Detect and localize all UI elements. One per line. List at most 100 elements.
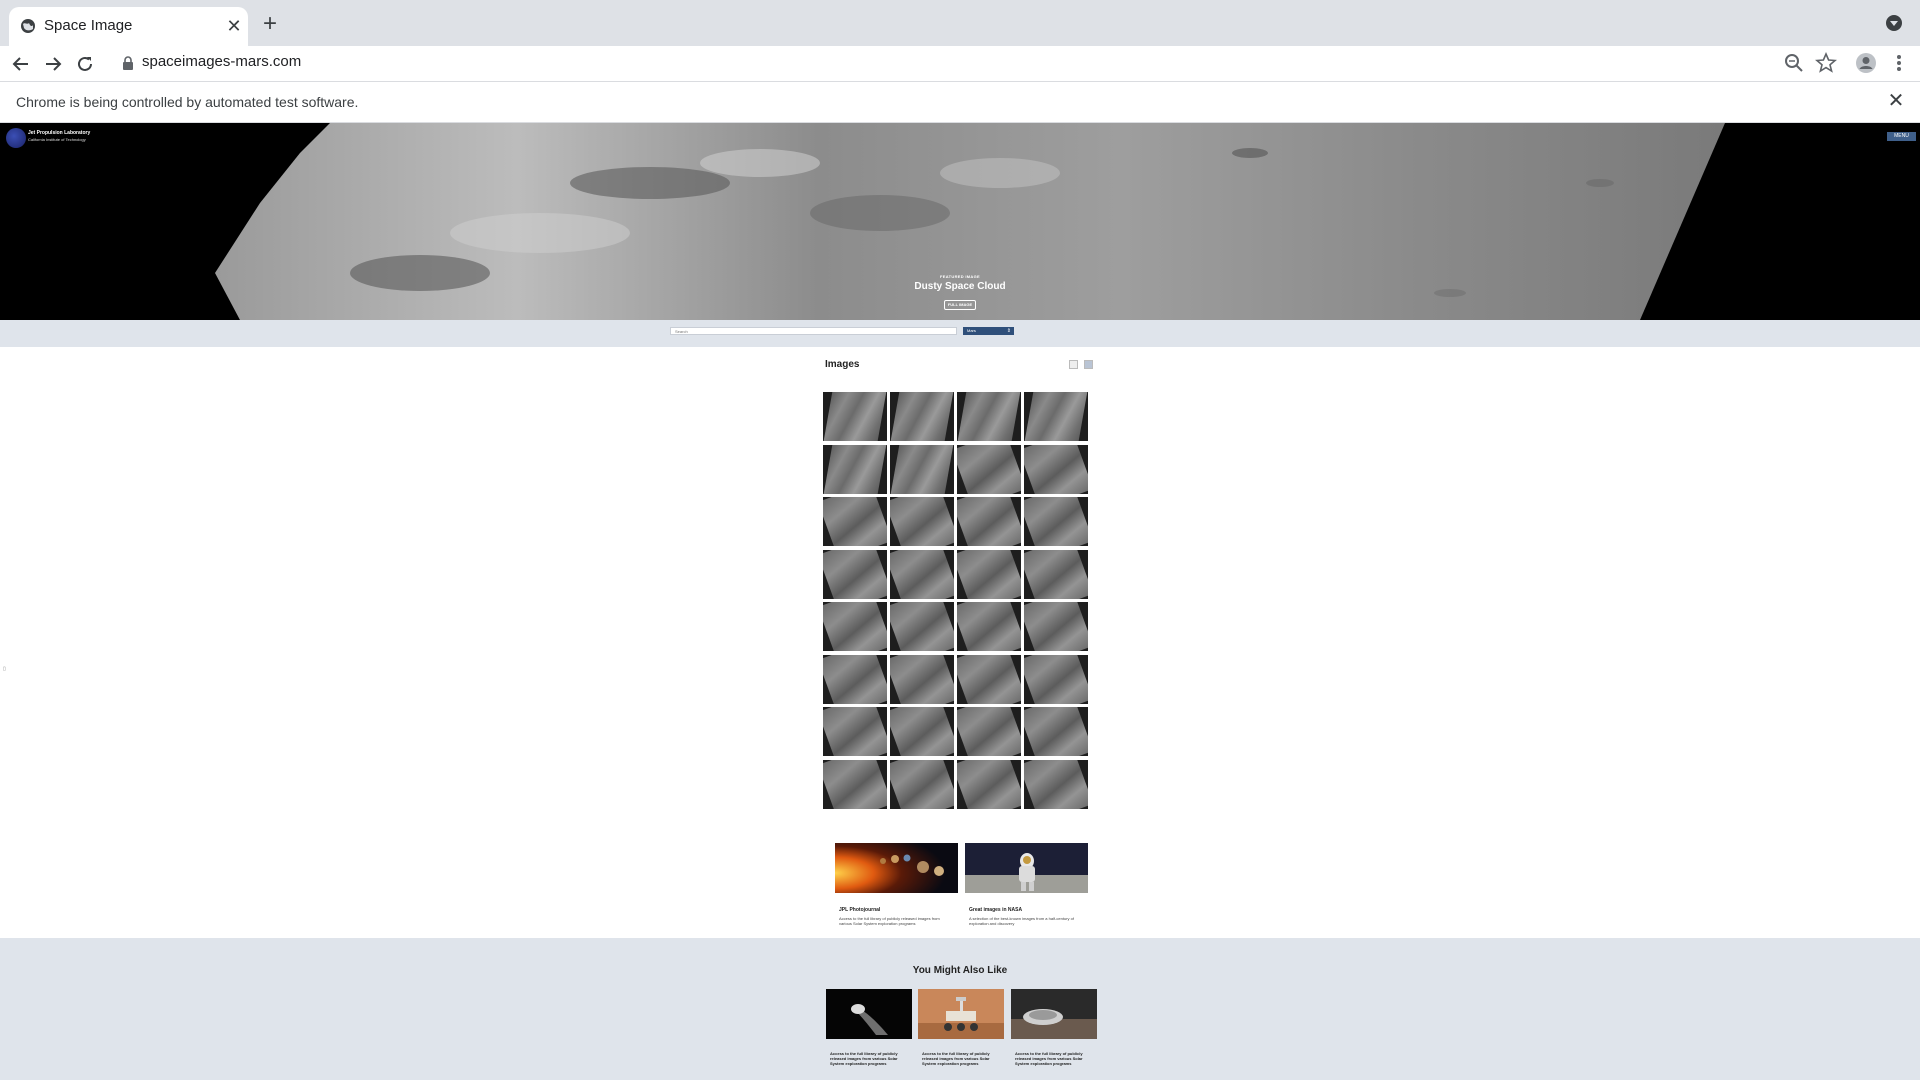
jpl-logo-icon[interactable] [6,128,26,148]
forward-icon[interactable] [39,50,67,78]
thumbnail-terrain [1024,759,1088,809]
search-band: Mars ⇕ [0,320,1920,347]
org-name: Jet Propulsion Laboratory [28,130,91,136]
new-tab-icon[interactable]: + [258,12,282,36]
thumbnail-terrain [1024,392,1088,441]
web-page: Jet Propulsion Laboratory California Ins… [0,123,1920,1080]
you-might-also-like-section: You Might Also Like Access to the full l… [0,938,1920,1080]
kebab-menu-icon[interactable] [1888,52,1910,74]
search-input[interactable] [670,327,957,335]
related-description: Access to the full library of publicly r… [839,916,940,926]
image-thumbnail[interactable] [823,497,887,546]
image-thumbnail[interactable] [890,497,954,546]
solar-system-image [835,843,958,893]
image-thumbnail[interactable] [1024,707,1088,756]
image-thumbnail[interactable] [823,654,887,704]
image-thumbnail[interactable] [890,602,954,651]
thumbnail-terrain [890,392,954,441]
automation-infobar: Chrome is being controlled by automated … [0,81,1920,123]
thumbnail-terrain [823,444,887,494]
image-thumbnail[interactable] [957,602,1021,651]
image-thumbnail[interactable] [957,444,1021,494]
thumbnail-terrain [957,444,1021,494]
images-heading: Images [825,359,860,370]
chevron-down-icon: ⇕ [1006,328,1011,334]
related-title: JPL Photojournal [839,907,881,913]
side-marker: ▯ [3,666,6,672]
image-thumbnail[interactable] [823,392,887,441]
tab-search-icon[interactable] [1886,15,1902,31]
image-thumbnail[interactable] [957,707,1021,756]
also-card[interactable]: Access to the full library of publicly r… [918,989,1004,1066]
image-thumbnail[interactable] [1024,549,1088,599]
thumbnail-terrain [890,444,954,494]
astronaut-image [965,843,1088,893]
image-thumbnail[interactable] [1024,444,1088,494]
thumbnail-terrain [957,549,1021,599]
image-grid [823,392,1090,809]
image-thumbnail[interactable] [823,707,887,756]
also-card[interactable]: Access to the full library of publicly r… [1011,989,1097,1066]
featured-image-label: FEATURED IMAGE [940,274,980,279]
infobar-close-icon[interactable]: ✕ [1885,90,1907,112]
thumbnail-terrain [823,549,887,599]
image-thumbnail[interactable] [823,759,887,809]
image-thumbnail[interactable] [1024,497,1088,546]
image-thumbnail[interactable] [1024,392,1088,441]
profile-avatar-icon[interactable] [1855,52,1877,74]
browser-toolbar: spaceimages-mars.com [0,46,1920,81]
image-thumbnail[interactable] [823,444,887,494]
related-card-great-images[interactable]: Great images in NASA A selection of the … [965,843,1088,926]
category-select[interactable]: Mars ⇕ [963,327,1014,335]
browser-tab[interactable]: Space Image ✕ [9,7,248,46]
mars-rover-image [918,989,1004,1039]
globe-icon [21,19,35,33]
image-thumbnail[interactable] [957,392,1021,441]
image-thumbnail[interactable] [823,549,887,599]
thumbnail-terrain [890,497,954,546]
thumbnail-terrain [823,497,887,546]
reload-icon[interactable] [71,50,99,78]
grid-view-icon[interactable] [1084,360,1093,369]
image-thumbnail[interactable] [957,654,1021,704]
thumbnail-terrain [957,654,1021,704]
image-thumbnail[interactable] [1024,759,1088,809]
image-thumbnail[interactable] [890,549,954,599]
thumbnail-terrain [823,707,887,756]
image-thumbnail[interactable] [957,497,1021,546]
thumbnail-terrain [957,759,1021,809]
image-thumbnail[interactable] [1024,654,1088,704]
image-thumbnail[interactable] [890,654,954,704]
comet-image [826,989,912,1039]
list-view-icon[interactable] [1069,360,1078,369]
bookmark-star-icon[interactable] [1815,52,1837,74]
related-card-photojournal[interactable]: JPL Photojournal Access to the full libr… [835,843,958,926]
thumbnail-terrain [1024,707,1088,756]
thumbnail-terrain [890,707,954,756]
zoom-icon[interactable] [1783,52,1805,74]
tab-close-icon[interactable]: ✕ [223,15,245,37]
related-title: Great images in NASA [969,907,1023,913]
thumbnail-terrain [823,654,887,704]
image-thumbnail[interactable] [890,392,954,441]
image-thumbnail[interactable] [1024,602,1088,651]
image-thumbnail[interactable] [957,759,1021,809]
org-subtitle: California Institute of Technology [28,137,86,142]
menu-button[interactable]: MENU [1887,132,1916,141]
thumbnail-terrain [1024,549,1088,599]
thumbnail-terrain [957,497,1021,546]
image-thumbnail[interactable] [890,759,954,809]
thumbnail-terrain [890,654,954,704]
thumbnail-terrain [1024,497,1088,546]
also-card-description: Access to the full library of publicly r… [922,1051,990,1066]
thumbnail-terrain [957,707,1021,756]
image-thumbnail[interactable] [890,707,954,756]
full-image-button[interactable]: FULL IMAGE [944,300,976,310]
back-icon[interactable] [7,50,35,78]
image-thumbnail[interactable] [890,444,954,494]
image-thumbnail[interactable] [957,549,1021,599]
image-thumbnail[interactable] [823,602,887,651]
also-card[interactable]: Access to the full library of publicly r… [826,989,912,1066]
thumbnail-terrain [957,602,1021,651]
address-bar[interactable]: spaceimages-mars.com [112,48,1872,78]
